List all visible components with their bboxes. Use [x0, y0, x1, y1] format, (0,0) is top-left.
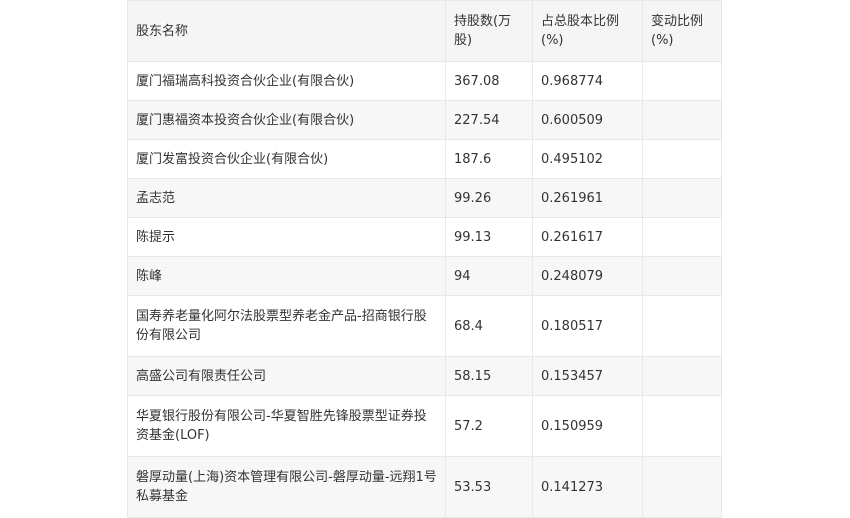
cell-shareholder-name: 孟志范	[127, 178, 446, 218]
cell-shares-held: 53.53	[445, 456, 533, 518]
cell-change-ratio	[642, 456, 722, 518]
cell-shares-held: 227.54	[445, 100, 533, 140]
cell-share-ratio: 0.141273	[532, 456, 643, 518]
table-row: 厦门发富投资合伙企业(有限合伙) 187.6 0.495102	[127, 139, 722, 179]
cell-change-ratio	[642, 356, 722, 396]
cell-change-ratio	[642, 139, 722, 179]
cell-shareholder-name: 厦门福瑞高科投资合伙企业(有限合伙)	[127, 61, 446, 101]
cell-shareholder-name: 厦门惠福资本投资合伙企业(有限合伙)	[127, 100, 446, 140]
cell-share-ratio: 0.153457	[532, 356, 643, 396]
cell-shareholder-name: 磐厚动量(上海)资本管理有限公司-磐厚动量-远翔1号私募基金	[127, 456, 446, 518]
cell-change-ratio	[642, 61, 722, 101]
cell-shareholder-name: 陈提示	[127, 217, 446, 257]
cell-shares-held: 187.6	[445, 139, 533, 179]
table-row: 华夏银行股份有限公司-华夏智胜先锋股票型证券投资基金(LOF) 57.2 0.1…	[127, 395, 722, 457]
cell-change-ratio	[642, 178, 722, 218]
cell-shareholder-name: 高盛公司有限责任公司	[127, 356, 446, 396]
cell-change-ratio	[642, 256, 722, 296]
header-shares-held: 持股数(万股)	[445, 0, 533, 62]
cell-shareholder-name: 华夏银行股份有限公司-华夏智胜先锋股票型证券投资基金(LOF)	[127, 395, 446, 457]
table-row: 孟志范 99.26 0.261961	[127, 178, 722, 218]
cell-change-ratio	[642, 100, 722, 140]
cell-shares-held: 99.26	[445, 178, 533, 218]
table-header-row: 股东名称 持股数(万股) 占总股本比例(%) 变动比例(%)	[127, 0, 722, 62]
cell-share-ratio: 0.261617	[532, 217, 643, 257]
table-row: 高盛公司有限责任公司 58.15 0.153457	[127, 356, 722, 396]
table-row: 磐厚动量(上海)资本管理有限公司-磐厚动量-远翔1号私募基金 53.53 0.1…	[127, 456, 722, 518]
cell-shares-held: 367.08	[445, 61, 533, 101]
shareholder-table: 股东名称 持股数(万股) 占总股本比例(%) 变动比例(%) 厦门福瑞高科投资合…	[127, 0, 722, 518]
cell-shares-held: 57.2	[445, 395, 533, 457]
cell-share-ratio: 0.248079	[532, 256, 643, 296]
cell-shares-held: 68.4	[445, 295, 533, 357]
cell-shareholder-name: 国寿养老量化阿尔法股票型养老金产品-招商银行股份有限公司	[127, 295, 446, 357]
header-share-ratio: 占总股本比例(%)	[532, 0, 643, 62]
table-row: 厦门福瑞高科投资合伙企业(有限合伙) 367.08 0.968774	[127, 61, 722, 101]
cell-share-ratio: 0.600509	[532, 100, 643, 140]
cell-change-ratio	[642, 395, 722, 457]
table-row: 陈提示 99.13 0.261617	[127, 217, 722, 257]
cell-share-ratio: 0.150959	[532, 395, 643, 457]
cell-change-ratio	[642, 217, 722, 257]
cell-shareholder-name: 厦门发富投资合伙企业(有限合伙)	[127, 139, 446, 179]
shareholder-table-container: 股东名称 持股数(万股) 占总股本比例(%) 变动比例(%) 厦门福瑞高科投资合…	[127, 0, 722, 518]
cell-shares-held: 58.15	[445, 356, 533, 396]
table-row: 国寿养老量化阿尔法股票型养老金产品-招商银行股份有限公司 68.4 0.1805…	[127, 295, 722, 357]
header-change-ratio: 变动比例(%)	[642, 0, 722, 62]
header-shareholder-name: 股东名称	[127, 0, 446, 62]
cell-change-ratio	[642, 295, 722, 357]
cell-share-ratio: 0.261961	[532, 178, 643, 218]
table-row: 陈峰 94 0.248079	[127, 256, 722, 296]
table-row: 厦门惠福资本投资合伙企业(有限合伙) 227.54 0.600509	[127, 100, 722, 140]
cell-share-ratio: 0.495102	[532, 139, 643, 179]
cell-shareholder-name: 陈峰	[127, 256, 446, 296]
cell-shares-held: 99.13	[445, 217, 533, 257]
cell-shares-held: 94	[445, 256, 533, 296]
cell-share-ratio: 0.968774	[532, 61, 643, 101]
cell-share-ratio: 0.180517	[532, 295, 643, 357]
